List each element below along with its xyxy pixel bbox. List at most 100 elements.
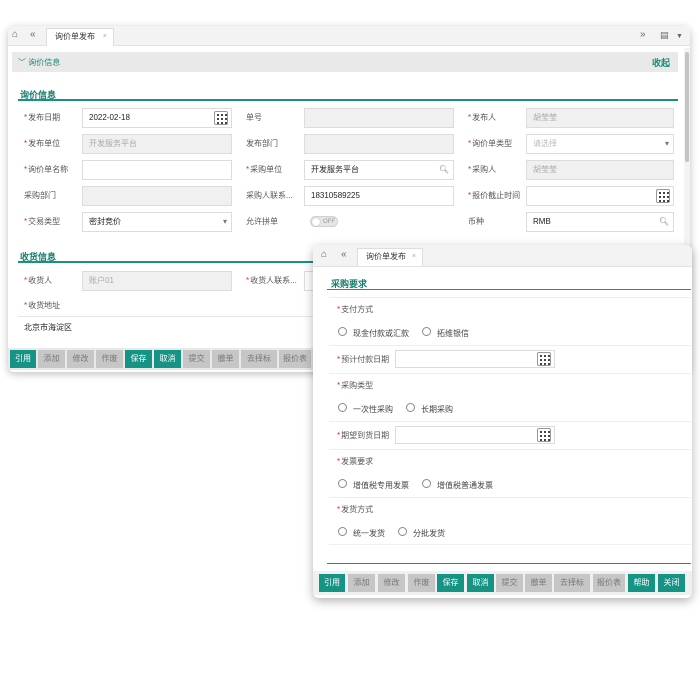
search-icon[interactable]: 🔍︎ bbox=[439, 161, 449, 179]
calendar-icon[interactable]: ▤ bbox=[660, 29, 669, 41]
withdraw-button[interactable]: 撤单 bbox=[525, 574, 552, 592]
home-icon[interactable]: ⌂ bbox=[12, 29, 18, 41]
purchase-type-radio-once[interactable] bbox=[338, 403, 347, 412]
close-icon[interactable]: × bbox=[103, 29, 107, 45]
payment-label: *支付方式 bbox=[329, 300, 409, 320]
tab-inquiry-publish[interactable]: 询价单发布 × bbox=[357, 248, 423, 266]
publisher-field: 胡莹莹 bbox=[526, 108, 674, 128]
save-button[interactable]: 保存 bbox=[125, 350, 152, 368]
currency-label: 币种 bbox=[460, 212, 530, 232]
publish-date-field[interactable]: 2022-02-18 bbox=[82, 108, 232, 128]
section-divider bbox=[327, 289, 691, 290]
invoice-row: *发票要求 增值税专用发票 增值税普通发票 bbox=[329, 449, 691, 497]
purchase-type-row: *采购类型 一次性采购 长期采购 bbox=[329, 373, 691, 421]
expected-arrival-row: *期望到货日期 bbox=[329, 421, 691, 449]
toggle-knob bbox=[312, 218, 320, 226]
quote-button[interactable]: 引用 bbox=[10, 350, 36, 368]
order-no-field bbox=[304, 108, 454, 128]
purchase-type-radio-long[interactable] bbox=[406, 403, 415, 412]
calendar-grid-icon[interactable] bbox=[214, 111, 228, 125]
currency-field[interactable]: RMB 🔍︎ bbox=[526, 212, 674, 232]
double-chevron-left-icon[interactable]: « bbox=[341, 249, 347, 261]
payment-radio-credit[interactable] bbox=[422, 327, 431, 336]
section-divider bbox=[18, 99, 678, 101]
quote-deadline-field[interactable] bbox=[526, 186, 674, 206]
expected-arrival-field[interactable] bbox=[395, 426, 555, 444]
publish-unit-label: *发布单位 bbox=[16, 134, 86, 154]
shipping-radio-unified[interactable] bbox=[338, 527, 347, 536]
close-button[interactable]: 关闭 bbox=[658, 574, 685, 592]
purchase-unit-label: *采购单位 bbox=[238, 160, 308, 180]
allow-combine-toggle[interactable]: OFF bbox=[310, 216, 338, 227]
submit-button[interactable]: 提交 bbox=[496, 574, 523, 592]
shipping-radio-batch[interactable] bbox=[398, 527, 407, 536]
calendar-grid-icon[interactable] bbox=[537, 428, 551, 442]
publish-dept-field bbox=[304, 134, 454, 154]
close-icon[interactable]: × bbox=[412, 249, 416, 265]
calendar-grid-icon[interactable] bbox=[656, 189, 670, 203]
trade-type-select[interactable]: 密封竞价 ▾ bbox=[82, 212, 232, 232]
section-divider bbox=[18, 261, 318, 263]
double-chevron-right-icon[interactable]: » bbox=[640, 29, 646, 41]
collapse-button[interactable]: 收起 bbox=[652, 56, 670, 69]
void-button[interactable]: 作废 bbox=[408, 574, 435, 592]
allow-combine-label: 允许拼单 bbox=[238, 212, 308, 232]
shipping-option-batch: 分批发货 bbox=[413, 529, 445, 538]
shipping-option-unified: 统一发货 bbox=[353, 529, 385, 538]
inquiry-name-input[interactable] bbox=[82, 160, 232, 180]
invoice-radio-special[interactable] bbox=[338, 479, 347, 488]
home-icon[interactable]: ⌂ bbox=[321, 249, 327, 261]
select-bid-button[interactable]: 去择标 bbox=[554, 574, 590, 592]
tab-inquiry-publish[interactable]: 询价单发布 × bbox=[46, 28, 114, 46]
receive-address-value: 北京市海淀区 bbox=[24, 323, 72, 332]
quote-deadline-label: *报价截止时间 bbox=[460, 186, 530, 206]
quote-sheet-button[interactable]: 报价表 bbox=[279, 350, 311, 368]
receiver-field: 账户01 bbox=[82, 271, 232, 291]
order-no-label: 单号 bbox=[238, 108, 308, 128]
select-bid-button[interactable]: 去择标 bbox=[241, 350, 277, 368]
withdraw-button[interactable]: 撤单 bbox=[212, 350, 239, 368]
edit-button[interactable]: 修改 bbox=[67, 350, 94, 368]
invoice-option-normal: 增值税普通发票 bbox=[437, 481, 493, 490]
chevron-down-icon[interactable]: ▼ bbox=[676, 31, 683, 43]
tab-label: 询价单发布 bbox=[366, 252, 406, 261]
purchaser-contact-input[interactable]: 18310589225 bbox=[304, 186, 454, 206]
receiver-label: *收货人 bbox=[16, 271, 86, 291]
void-button[interactable]: 作废 bbox=[96, 350, 123, 368]
invoice-option-special: 增值税专用发票 bbox=[353, 481, 409, 490]
expected-pay-date-field[interactable] bbox=[395, 350, 555, 368]
submit-button[interactable]: 提交 bbox=[183, 350, 210, 368]
payment-radio-cash[interactable] bbox=[338, 327, 347, 336]
toggle-state: OFF bbox=[323, 219, 335, 225]
address-divider bbox=[18, 316, 314, 317]
search-icon[interactable]: 🔍︎ bbox=[659, 213, 669, 231]
add-button[interactable]: 添加 bbox=[348, 574, 375, 592]
publish-unit-field: 开发服务平台 bbox=[82, 134, 232, 154]
shipping-row: *发货方式 统一发货 分批发货 bbox=[329, 497, 691, 545]
collapse-title: ﹀ 询价信息 bbox=[18, 58, 61, 67]
publish-dept-label: 发布部门 bbox=[238, 134, 308, 154]
scrollbar-thumb[interactable] bbox=[685, 52, 689, 162]
save-button[interactable]: 保存 bbox=[437, 574, 464, 592]
chevron-down-icon: ▾ bbox=[664, 139, 669, 148]
quote-sheet-button[interactable]: 报价表 bbox=[593, 574, 625, 592]
cancel-button[interactable]: 取消 bbox=[154, 350, 181, 368]
purchase-dept-label: 采购部门 bbox=[16, 186, 86, 206]
inquiry-type-select[interactable]: 请选择 ▾ bbox=[526, 134, 674, 154]
calendar-grid-icon[interactable] bbox=[537, 352, 551, 366]
purchaser-contact-label: 采购人联系... bbox=[238, 186, 308, 206]
expected-arrival-label: *期望到货日期 bbox=[329, 426, 399, 446]
edit-button[interactable]: 修改 bbox=[378, 574, 405, 592]
add-button[interactable]: 添加 bbox=[38, 350, 65, 368]
invoice-radio-normal[interactable] bbox=[422, 479, 431, 488]
collapse-bar[interactable]: ﹀ 询价信息 收起 bbox=[12, 52, 678, 72]
double-chevron-left-icon[interactable]: « bbox=[30, 29, 36, 41]
help-button[interactable]: 帮助 bbox=[628, 574, 655, 592]
inquiry-name-label: *询价单名称 bbox=[16, 160, 86, 180]
receive-address-label: *收货地址 bbox=[16, 296, 96, 316]
inquiry-window-overlay: ⌂ « 询价单发布 × 采购要求 *支付方式 现金付款或汇款 拓维银信 *预计付… bbox=[313, 245, 692, 598]
quote-button[interactable]: 引用 bbox=[319, 574, 345, 592]
purchase-unit-field[interactable]: 开发服务平台 🔍︎ bbox=[304, 160, 454, 180]
cancel-button[interactable]: 取消 bbox=[467, 574, 494, 592]
tab-bar: ⌂ « 询价单发布 × bbox=[313, 245, 692, 267]
